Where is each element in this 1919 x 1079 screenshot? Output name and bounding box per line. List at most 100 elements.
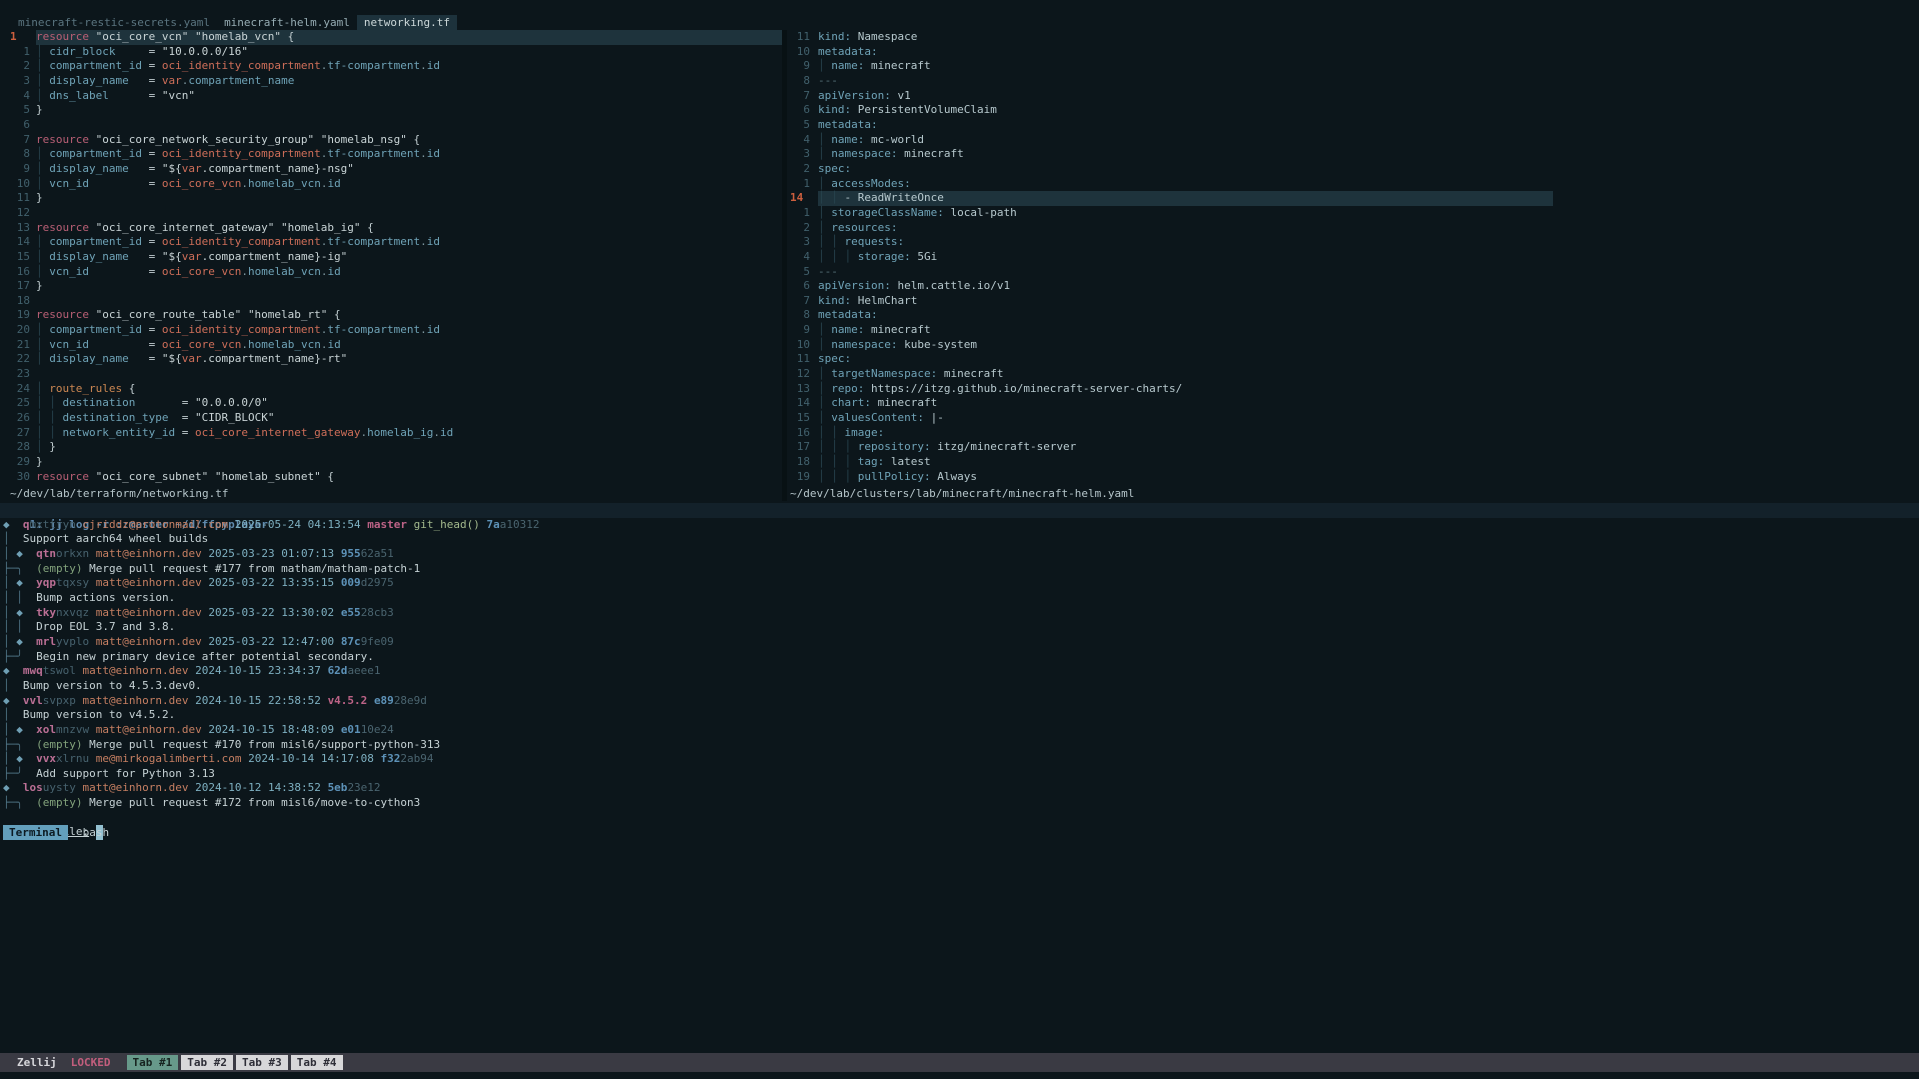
- statusline-left-path: ~/dev/lab/terraform/networking.tf: [0, 486, 782, 501]
- line-number: 15: [787, 411, 818, 426]
- code-line: 11spec:: [787, 352, 1553, 367]
- jj-log-row: ◆ qmxttryn cjriddz@protonmail.com 2025-0…: [0, 518, 1919, 533]
- code-line: 10metadata:: [787, 45, 1553, 60]
- jj-log-row: ◆ mwqtswol matt@einhorn.dev 2024-10-15 2…: [0, 664, 1919, 679]
- code-text: │ resources:: [818, 221, 1553, 236]
- line-number: 4: [787, 133, 818, 148]
- line-number: 22: [0, 352, 36, 367]
- code-line: 10│ vcn_id = oci_core_vcn.homelab_vcn.id: [0, 177, 782, 192]
- code-text: │ │ requests:: [818, 235, 1553, 250]
- code-line: 16│ vcn_id = oci_core_vcn.homelab_vcn.id: [0, 265, 782, 280]
- code-line: 8---: [787, 74, 1553, 89]
- line-number: 16: [0, 265, 36, 280]
- code-line: 8│ compartment_id = oci_identity_compart…: [0, 147, 782, 162]
- code-text: resource "oci_core_internet_gateway" "ho…: [36, 221, 782, 236]
- code-line: 24│ route_rules {: [0, 382, 782, 397]
- code-text: │ name: minecraft: [818, 59, 1553, 74]
- code-text: │ vcn_id = oci_core_vcn.homelab_vcn.id: [36, 265, 782, 280]
- code-line: 21│ vcn_id = oci_core_vcn.homelab_vcn.id: [0, 338, 782, 353]
- code-text: spec:: [818, 162, 1553, 177]
- line-number: 13: [0, 221, 36, 236]
- line-number: 14: [787, 191, 818, 206]
- code-text: resource "oci_core_network_security_grou…: [36, 133, 782, 148]
- line-number: 19: [0, 308, 36, 323]
- code-line: 2│ compartment_id = oci_identity_compart…: [0, 59, 782, 74]
- code-line: 15│ valuesContent: |-: [787, 411, 1553, 426]
- code-line: 3│ namespace: minecraft: [787, 147, 1553, 162]
- code-line: 4│ │ │ storage: 5Gi: [787, 250, 1553, 265]
- cursor-line: 14│ │ - ReadWriteOnce: [787, 191, 1553, 206]
- line-number: 2: [787, 162, 818, 177]
- code-line: 11kind: Namespace: [787, 30, 1553, 45]
- jj-log-row: │ ◆ tkynxvqz matt@einhorn.dev 2025-03-22…: [0, 606, 1919, 621]
- buffer-tab-1[interactable]: minecraft-restic-secrets.yaml: [11, 15, 217, 30]
- code-line: 6apiVersion: helm.cattle.io/v1: [787, 279, 1553, 294]
- code-text: metadata:: [818, 118, 1553, 133]
- code-text: │ storageClassName: local-path: [818, 206, 1553, 221]
- line-number: 19: [787, 470, 818, 485]
- code-text: │ │ network_entity_id = oci_core_interne…: [36, 426, 782, 441]
- line-number: 1: [0, 30, 36, 45]
- jj-log-output: ◆ qmxttryn cjriddz@protonmail.com 2025-0…: [0, 518, 1919, 811]
- line-number: 9: [0, 162, 36, 177]
- terminal-pane[interactable]: 1: jj log -r ::master ~/d/ffpyplayer ◆ q…: [0, 503, 1919, 840]
- code-text: │ display_name = "${var.compartment_name…: [36, 162, 782, 177]
- line-number: 30: [0, 470, 36, 485]
- code-line: 7kind: HelmChart: [787, 294, 1553, 309]
- jj-log-row: │ ◆ qtnorkxn matt@einhorn.dev 2025-03-23…: [0, 547, 1919, 562]
- line-number: 3: [787, 235, 818, 250]
- code-text: │ │ │ repository: itzg/minecraft-server: [818, 440, 1553, 455]
- line-number: 5: [787, 118, 818, 133]
- code-text: metadata:: [818, 308, 1553, 323]
- line-number: 17: [787, 440, 818, 455]
- line-number: 7: [787, 89, 818, 104]
- code-text: │ display_name = var.compartment_name: [36, 74, 782, 89]
- line-number: 27: [0, 426, 36, 441]
- line-number: 2: [787, 221, 818, 236]
- zellij-tab-2[interactable]: Tab #2: [181, 1055, 233, 1070]
- code-text: [36, 367, 782, 382]
- code-text: kind: PersistentVolumeClaim: [818, 103, 1553, 118]
- shell-prompt[interactable]: log file:: [0, 811, 1919, 826]
- code-line: 26│ │ destination_type = "CIDR_BLOCK": [0, 411, 782, 426]
- line-number: 11: [787, 352, 818, 367]
- zellij-tab-1[interactable]: Tab #1: [127, 1055, 179, 1070]
- zellij-tab-4[interactable]: Tab #4: [291, 1055, 343, 1070]
- buffer-tab-2[interactable]: minecraft-helm.yaml: [217, 15, 357, 30]
- code-line: 9│ name: minecraft: [787, 59, 1553, 74]
- line-number: 1: [787, 177, 818, 192]
- editor-pane-left[interactable]: 1resource "oci_core_vcn" "homelab_vcn" {…: [0, 30, 782, 484]
- line-number: 5: [0, 103, 36, 118]
- code-text: │ name: minecraft: [818, 323, 1553, 338]
- line-number: 8: [787, 308, 818, 323]
- code-text: }: [36, 279, 782, 294]
- code-line: 22│ display_name = "${var.compartment_na…: [0, 352, 782, 367]
- code-text: }: [36, 191, 782, 206]
- editor-pane-right[interactable]: 11kind: Namespace10metadata:9│ name: min…: [787, 30, 1553, 484]
- code-line: 2│ resources:: [787, 221, 1553, 236]
- code-text: │ namespace: minecraft: [818, 147, 1553, 162]
- code-line: 5}: [0, 103, 782, 118]
- jj-log-row: ◆ losuysty matt@einhorn.dev 2024-10-12 1…: [0, 781, 1919, 796]
- code-line: 18: [0, 294, 782, 309]
- pane-title-row: Terminal bash: [0, 825, 1919, 840]
- code-line: 30resource "oci_core_subnet" "homelab_su…: [0, 470, 782, 485]
- code-text: [36, 118, 782, 133]
- code-line: 12: [0, 206, 782, 221]
- zellij-tab-3[interactable]: Tab #3: [236, 1055, 288, 1070]
- code-line: 11}: [0, 191, 782, 206]
- line-number: 2: [0, 59, 36, 74]
- code-line: 18│ │ │ tag: latest: [787, 455, 1553, 470]
- code-text: │ │ │ storage: 5Gi: [818, 250, 1553, 265]
- code-line: 1│ storageClassName: local-path: [787, 206, 1553, 221]
- line-number: 25: [0, 396, 36, 411]
- jj-log-row: ├─╮ (empty) Merge pull request #177 from…: [0, 562, 1919, 577]
- line-number: 28: [0, 440, 36, 455]
- code-text: │ vcn_id = oci_core_vcn.homelab_vcn.id: [36, 338, 782, 353]
- code-line: 29}: [0, 455, 782, 470]
- code-text: apiVersion: v1: [818, 89, 1553, 104]
- line-number: 4: [787, 250, 818, 265]
- code-text: │ cidr_block = "10.0.0.0/16": [36, 45, 782, 60]
- code-text: │ route_rules {: [36, 382, 782, 397]
- buffer-tab-3[interactable]: networking.tf: [357, 15, 457, 30]
